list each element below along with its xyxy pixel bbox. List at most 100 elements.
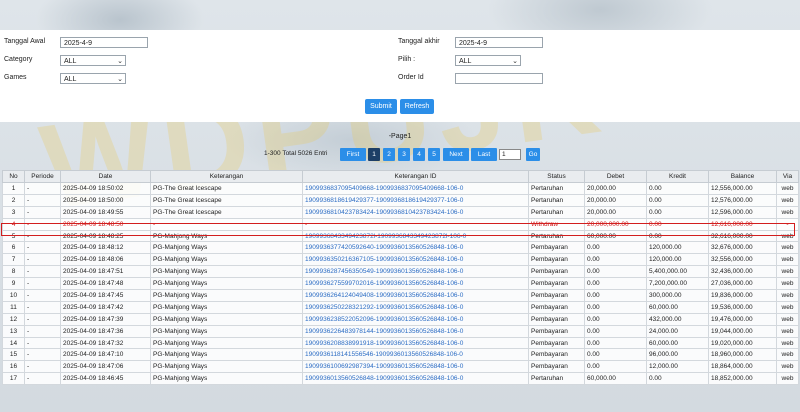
next-page-button[interactable]: Next: [443, 148, 469, 161]
cell-keterangan: PG-Mahjong Ways: [150, 360, 303, 374]
cell-keterangan-id[interactable]: 1909936118141556546-1909936013560526848-…: [302, 348, 529, 362]
header-keterangan[interactable]: Keterangan: [150, 170, 303, 183]
cell-keterangan: -: [150, 217, 303, 231]
cell-keterangan-id[interactable]: 1909936377420592640-1909936013560526848-…: [302, 241, 529, 255]
header-kredit[interactable]: Kredit: [646, 170, 709, 183]
tanggal-akhir-label: Tanggal akhir: [398, 38, 440, 45]
cell-via: web: [776, 193, 799, 207]
table-row[interactable]: 9-2025-04-09 18:47:48 PG-Mahjong Ways 1909…: [2, 277, 799, 291]
page-button-4[interactable]: 4: [413, 148, 425, 161]
cell-debet: 60,000.00: [584, 372, 647, 386]
cell-balance: 19,536,000.00: [708, 300, 777, 314]
table-row[interactable]: 14-2025-04-09 18:47:32 PG-Mahjong Ways 190…: [2, 336, 799, 350]
table-row[interactable]: 6-2025-04-09 18:48:12 PG-Mahjong Ways 1909…: [2, 241, 799, 255]
cell-via: web: [776, 265, 799, 279]
cell-kredit: 60,000.00: [646, 300, 709, 314]
header-date[interactable]: Date: [60, 170, 151, 183]
cell-date: 2025-04-09 18:48:50: [60, 217, 151, 231]
table-row[interactable]: 17-2025-04-09 18:46:45 PG-Mahjong Ways 190…: [2, 372, 799, 386]
cell-keterangan-id[interactable]: 1909936350216367105-1909936013560526848-…: [302, 253, 529, 267]
table-row[interactable]: 16-2025-04-09 18:47:06 PG-Mahjong Ways 190…: [2, 360, 799, 374]
cell-periode: -: [24, 217, 61, 231]
page-button-2[interactable]: 2: [383, 148, 395, 161]
pagination-info: 1-300 Total 5026 Entri: [264, 150, 328, 157]
cell-via: web: [776, 360, 799, 374]
tanggal-awal-input[interactable]: 2025-4-9: [60, 37, 148, 48]
header-status[interactable]: Status: [528, 170, 585, 183]
cell-status: Pertaruhan: [528, 372, 585, 386]
cell-keterangan-id[interactable]: 1909936275599702016-1909936013560526848-…: [302, 277, 529, 291]
cell-keterangan: PG-Mahjong Ways: [150, 253, 303, 267]
header-keterangan-id[interactable]: Keterangan ID: [302, 170, 529, 183]
table-row[interactable]: 5-2025-04-09 18:48:25 PG-Mahjong Ways 1909…: [2, 229, 799, 243]
refresh-button[interactable]: Refresh: [400, 99, 434, 114]
cell-keterangan: PG-Mahjong Ways: [150, 277, 303, 291]
page-button-5[interactable]: 5: [428, 148, 440, 161]
cell-debet: 60,000.00: [584, 229, 647, 243]
cell-kredit: 300,000.00: [646, 289, 709, 302]
page-number-input[interactable]: 1: [499, 149, 521, 160]
cell-no: 1: [2, 182, 25, 195]
cell-keterangan-id[interactable]: 1909936208838991918-1909936013560526848-…: [302, 336, 529, 350]
chevron-down-icon: ⌄: [512, 58, 518, 65]
first-page-button[interactable]: First: [340, 148, 366, 161]
table-row[interactable]: 1-2025-04-09 18:50:02 PG-The Great Icesca…: [2, 182, 799, 195]
cell-balance: 19,020,000.00: [708, 336, 777, 350]
header-via[interactable]: Via: [776, 170, 799, 183]
cell-periode: -: [24, 289, 61, 302]
cell-date: 2025-04-09 18:47:32: [60, 336, 151, 350]
cell-keterangan-id[interactable]: 1909936287456350549-1909936013560526848-…: [302, 265, 529, 279]
category-select[interactable]: ALL ⌄: [60, 55, 126, 66]
page-button-3[interactable]: 3: [398, 148, 410, 161]
cell-date: 2025-04-09 18:47:10: [60, 348, 151, 362]
cell-kredit: 0.00: [646, 372, 709, 386]
cell-periode: -: [24, 348, 61, 362]
header-periode[interactable]: Periode: [24, 170, 61, 183]
table-row[interactable]: 10-2025-04-09 18:47:45 PG-Mahjong Ways 190…: [2, 289, 799, 302]
cell-balance: 27,036,000.00: [708, 277, 777, 291]
cell-keterangan-id[interactable]: 1909936818619429377-1909936818619429377-…: [302, 193, 529, 207]
cell-balance: 32,436,000.00: [708, 265, 777, 279]
table-row[interactable]: 11-2025-04-09 18:47:42 PG-Mahjong Ways 190…: [2, 300, 799, 314]
cell-keterangan-id[interactable]: 1909936810423783424-1909936810423783424-…: [302, 205, 529, 219]
games-select[interactable]: ALL ⌄: [60, 73, 126, 84]
table-row[interactable]: 7-2025-04-09 18:48:06 PG-Mahjong Ways 1909…: [2, 253, 799, 267]
last-page-button[interactable]: Last: [471, 148, 497, 161]
table-header-row: No Periode Date Keterangan Keterangan ID…: [2, 170, 799, 183]
cell-periode: -: [24, 229, 61, 243]
table-row[interactable]: 13-2025-04-09 18:47:36 PG-Mahjong Ways 190…: [2, 324, 799, 338]
cell-status: Pembayaran: [528, 289, 585, 302]
submit-button[interactable]: Submit: [365, 99, 397, 114]
cell-keterangan-id[interactable]: 1909936100692987394-1909936013560526848-…: [302, 360, 529, 374]
cell-keterangan-id[interactable]: 1909936238522052096-1909936013560526848-…: [302, 312, 529, 326]
table-row[interactable]: 12-2025-04-09 18:47:39 PG-Mahjong Ways 190…: [2, 312, 799, 326]
cell-debet: 0.00: [584, 300, 647, 314]
table-row[interactable]: 3-2025-04-09 18:49:55 PG-The Great Icesca…: [2, 205, 799, 219]
table-row[interactable]: 4-2025-04-09 18:48:50- - Withdraw 20,000,00…: [2, 217, 799, 231]
order-id-label: Order Id: [398, 74, 424, 81]
header-no[interactable]: No: [2, 170, 25, 183]
cell-no: 9: [2, 277, 25, 291]
page-button-1[interactable]: 1: [368, 148, 380, 161]
header-balance[interactable]: Balance: [708, 170, 777, 183]
cell-keterangan-id[interactable]: 1909936013560526848-1909936013560526848-…: [302, 372, 529, 386]
cell-keterangan-id[interactable]: 1909936843349423872l-1909936843349423872…: [302, 229, 529, 243]
cell-keterangan-id[interactable]: 1909936264124049408-1909936013560526848-…: [302, 289, 529, 302]
cell-keterangan-id[interactable]: 1909936226483978144-1909936013560526848-…: [302, 324, 529, 338]
cell-balance: 12,596,000.00: [708, 205, 777, 219]
pilih-select[interactable]: ALL ⌄: [455, 55, 521, 66]
order-id-input[interactable]: [455, 73, 543, 84]
cell-balance: 19,476,000.00: [708, 312, 777, 326]
table-row[interactable]: 2-2025-04-09 18:50:00 PG-The Great Icesca…: [2, 193, 799, 207]
cell-keterangan-id[interactable]: 1909936837095409668-1909936837095409668-…: [302, 182, 529, 195]
table-row[interactable]: 15-2025-04-09 18:47:10 PG-Mahjong Ways 190…: [2, 348, 799, 362]
cell-date: 2025-04-09 18:47:51: [60, 265, 151, 279]
cell-debet: 0.00: [584, 336, 647, 350]
header-debet[interactable]: Debet: [584, 170, 647, 183]
table-row[interactable]: 8-2025-04-09 18:47:51 PG-Mahjong Ways 1909…: [2, 265, 799, 279]
cell-debet: 0.00: [584, 253, 647, 267]
go-button[interactable]: Go: [526, 148, 540, 161]
cell-keterangan-id[interactable]: 1909936250228321292-1909936013560526848-…: [302, 300, 529, 314]
tanggal-akhir-input[interactable]: 2025-4-9: [455, 37, 543, 48]
cell-balance: 32,556,000.00: [708, 253, 777, 267]
